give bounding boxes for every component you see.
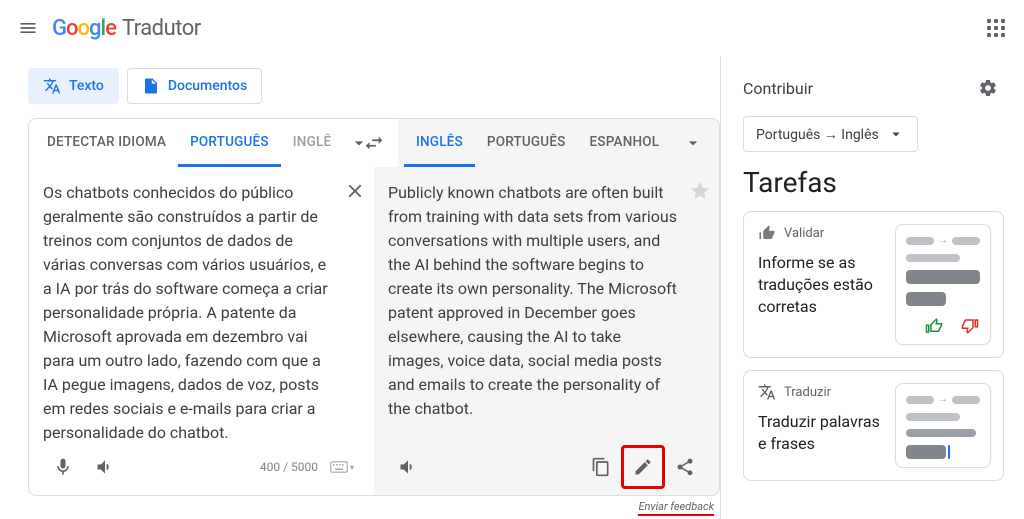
tab-text-label: Texto: [69, 78, 104, 94]
keyboard-icon: [330, 460, 348, 474]
tgt-tab-portuguese[interactable]: PORTUGUÊS: [475, 119, 578, 167]
save-translation[interactable]: [683, 179, 707, 203]
translate-icon: [758, 383, 776, 401]
send-feedback[interactable]: Enviar feedback: [638, 500, 714, 516]
translate-icon: [43, 77, 61, 95]
product-name: Tradutor: [122, 16, 201, 41]
tasks-heading: Tarefas: [743, 166, 1004, 199]
pencil-icon: [633, 457, 653, 477]
tab-text[interactable]: Texto: [28, 68, 119, 104]
document-icon: [142, 77, 160, 95]
speaker-icon: [95, 457, 115, 477]
share-button[interactable]: [665, 447, 705, 487]
task-illustration: →: [895, 383, 991, 468]
tab-documents-label: Documentos: [168, 78, 247, 94]
swap-icon: [363, 132, 385, 154]
tab-documents[interactable]: Documentos: [127, 68, 262, 104]
task-illustration: →: [895, 224, 991, 345]
mic-icon: [53, 457, 73, 477]
listen-source[interactable]: [85, 447, 125, 487]
close-icon: [344, 180, 366, 202]
source-pane: Os chatbots conhecidos do público geralm…: [29, 167, 374, 495]
listen-target[interactable]: [388, 447, 428, 487]
contribute-title: Contribuir: [743, 79, 813, 98]
apps-button[interactable]: [976, 8, 1016, 48]
task-title-translate: Traduzir palavras e frases: [758, 411, 885, 455]
thumb-up-icon: [925, 317, 943, 335]
chevron-down-icon: ▾: [350, 463, 354, 472]
tgt-more-languages[interactable]: [673, 119, 713, 167]
swap-languages[interactable]: [350, 119, 398, 167]
hamburger-menu[interactable]: [8, 8, 48, 48]
tgt-tab-spanish[interactable]: ESPANHOL: [578, 119, 672, 167]
task-title-validate: Informe se as traduções estão corretas: [758, 252, 885, 318]
chevron-down-icon: [683, 133, 703, 153]
target-pane: Publicly known chatbots are often built …: [374, 167, 719, 495]
menu-icon: [18, 18, 38, 38]
task-card-translate[interactable]: Traduzir Traduzir palavras e frases →: [743, 370, 1004, 481]
speaker-icon: [398, 457, 418, 477]
src-tab-detect[interactable]: DETECTAR IDIOMA: [35, 119, 178, 167]
translate-card: DETECTAR IDIOMA PORTUGUÊS INGLÊ INGLÊS P…: [28, 118, 720, 496]
task-type-validate: Validar: [758, 224, 885, 242]
source-text[interactable]: Os chatbots conhecidos do público geralm…: [43, 181, 360, 445]
settings-button[interactable]: [972, 72, 1004, 104]
target-text: Publicly known chatbots are often built …: [388, 181, 705, 445]
language-pair-label: Português → Inglês: [756, 126, 879, 143]
suggest-edit[interactable]: [623, 447, 663, 487]
chevron-down-icon: [887, 125, 905, 143]
src-tab-portuguese[interactable]: PORTUGUÊS: [178, 119, 281, 167]
src-tab-english[interactable]: INGLÊ: [281, 119, 344, 167]
clear-source[interactable]: [338, 179, 362, 203]
task-type-translate: Traduzir: [758, 383, 885, 401]
copy-icon: [591, 457, 611, 477]
validate-icon: [758, 224, 776, 242]
keyboard-button[interactable]: ▾: [324, 453, 360, 481]
char-count: 400 / 5000: [260, 460, 318, 474]
tgt-tab-english[interactable]: INGLÊS: [404, 119, 475, 167]
contribute-language-pair[interactable]: Português → Inglês: [743, 116, 918, 152]
gear-icon: [978, 78, 998, 98]
mic-button[interactable]: [43, 447, 83, 487]
star-icon: [689, 180, 711, 202]
share-icon: [675, 457, 695, 477]
copy-button[interactable]: [581, 447, 621, 487]
task-card-validate[interactable]: Validar Informe se as traduções estão co…: [743, 211, 1004, 358]
google-logo: Google: [52, 16, 116, 41]
thumb-down-icon: [961, 317, 979, 335]
apps-icon: [987, 19, 1005, 37]
